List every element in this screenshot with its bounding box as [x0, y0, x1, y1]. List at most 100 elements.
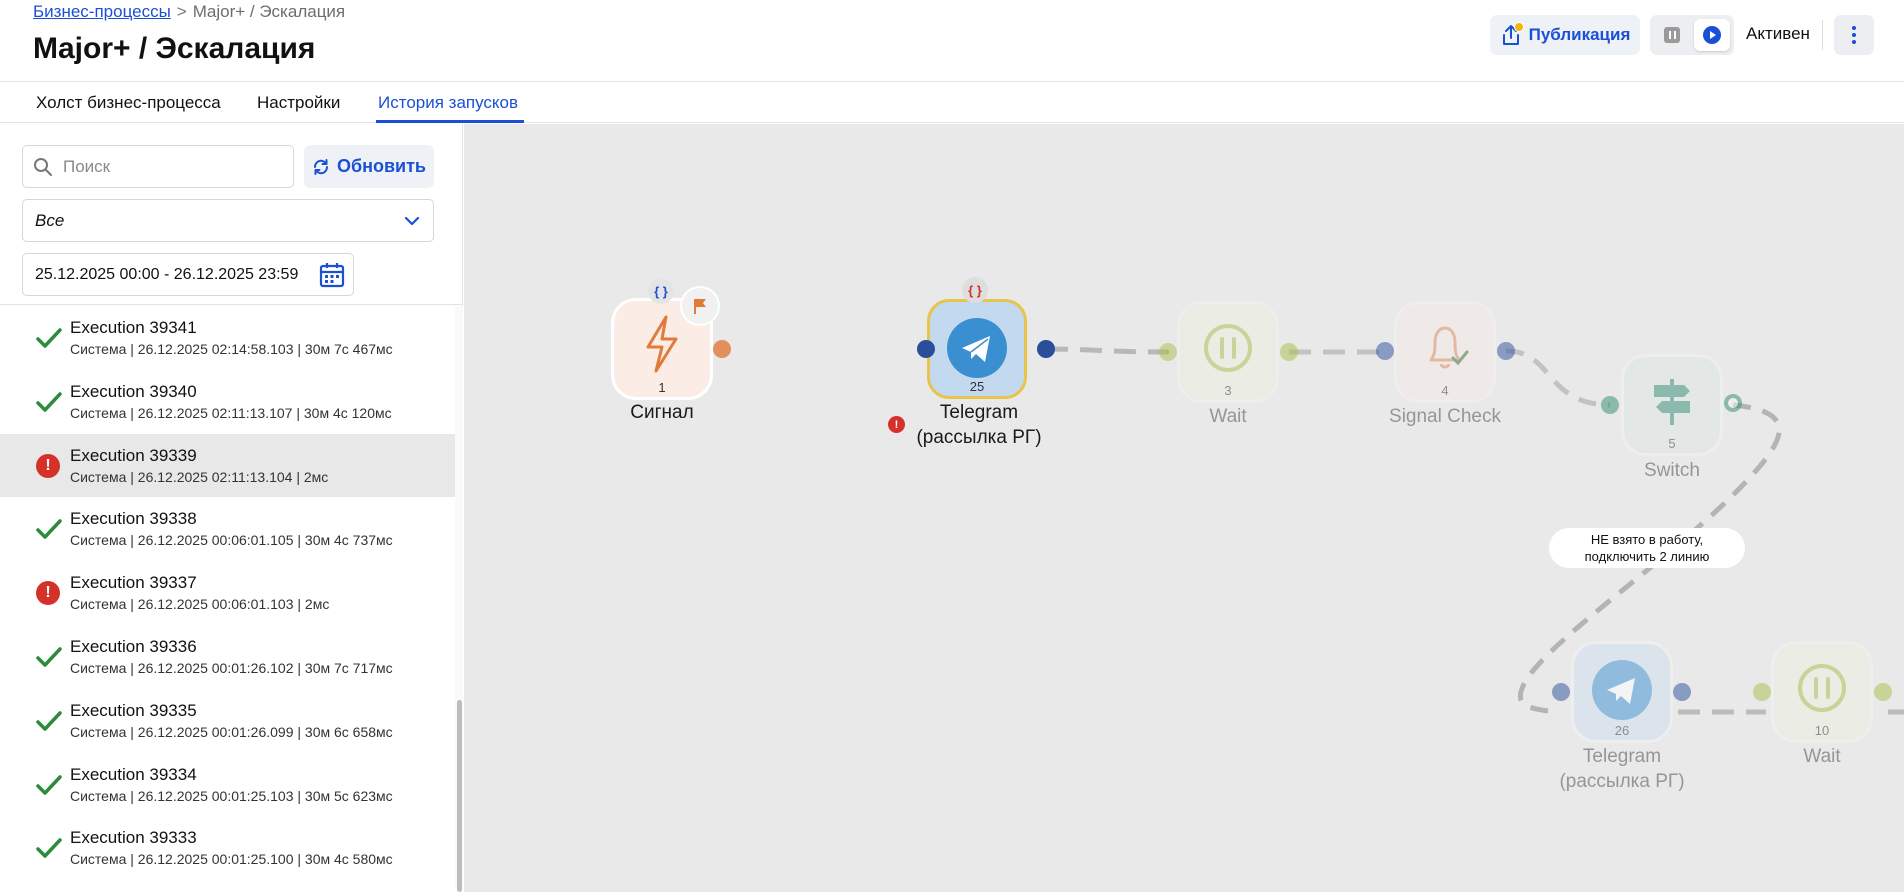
execution-meta: Система | 26.12.2025 02:11:13.107 | 30м …: [70, 404, 392, 421]
port-in-telegram-25[interactable]: [917, 340, 935, 358]
port-out-wait-3[interactable]: [1280, 343, 1298, 361]
node-label-switch: Switch: [1644, 460, 1700, 481]
variables-icon[interactable]: { }: [648, 278, 674, 304]
port-out-telegram-25[interactable]: [1037, 340, 1055, 358]
node-label-telegram-26: Telegram (рассылка РГ): [1559, 746, 1685, 792]
execution-list-item[interactable]: Execution 39338 Система | 26.12.2025 00:0…: [0, 497, 455, 560]
publish-button[interactable]: Публикация: [1490, 15, 1640, 55]
node-label-wait-10: Wait: [1803, 746, 1841, 767]
node-number: 5: [1668, 436, 1676, 451]
execution-meta: Система | 26.12.2025 00:01:26.099 | 30м …: [70, 723, 393, 740]
pause-button[interactable]: [1656, 20, 1688, 50]
publish-label: Публикация: [1528, 25, 1631, 44]
port-out-wait-10[interactable]: [1874, 683, 1892, 701]
execution-name: Execution 39339: [70, 445, 197, 465]
node-number: 3: [1224, 383, 1232, 398]
port-in-wait-3[interactable]: [1159, 343, 1177, 361]
refresh-label: Обновить: [337, 156, 426, 176]
port-out-telegram-26[interactable]: [1673, 683, 1691, 701]
tab-process-canvas[interactable]: Холст бизнес-процесса: [36, 93, 221, 113]
execution-list-item[interactable]: Execution 39333 Система | 26.12.2025 00:0…: [0, 816, 455, 879]
execution-name: Execution 39341: [70, 318, 197, 337]
port-in-wait-10[interactable]: [1753, 683, 1771, 701]
execution-name: Execution 39340: [70, 381, 197, 401]
node-switch[interactable]: 5: [1624, 357, 1720, 453]
breadcrumb-link-business-processes[interactable]: Бизнес-процессы: [33, 2, 171, 21]
telegram-icon: [947, 318, 1007, 378]
execution-meta: Система | 26.12.2025 00:01:25.103 | 30м …: [70, 787, 393, 804]
scrollbar-thumb[interactable]: [457, 700, 462, 892]
node-signal-check[interactable]: 4: [1397, 304, 1493, 400]
execution-meta: Система | 26.12.2025 00:06:01.105 | 30м …: [70, 532, 393, 549]
execution-list-item[interactable]: Execution 39335 Система | 26.12.2025 00:0…: [0, 689, 455, 752]
node-wait-10[interactable]: 10: [1774, 644, 1870, 740]
flag-icon[interactable]: [682, 288, 718, 324]
breadcrumb: Бизнес-процессы > Major+ / Эскалация: [33, 2, 345, 22]
play-icon: [1703, 26, 1721, 44]
page-title: Major+ / Эскалация: [33, 32, 316, 65]
share-icon: [1500, 22, 1524, 47]
more-icon: [1852, 26, 1856, 30]
more-options-button[interactable]: [1834, 15, 1874, 55]
search-input[interactable]: [63, 148, 288, 185]
execution-list-item[interactable]: Execution 39334 Система | 26.12.2025 00:0…: [0, 753, 455, 816]
error-badge-icon[interactable]: !: [888, 416, 905, 433]
node-telegram-26[interactable]: 26: [1574, 644, 1670, 740]
telegram-icon: [1592, 660, 1652, 720]
port-out-signal[interactable]: [713, 340, 731, 358]
node-number: 26: [1614, 723, 1630, 738]
edge-condition-label[interactable]: НЕ взято в работу, подключить 2 линию: [1549, 528, 1745, 568]
execution-list-item[interactable]: Execution 39336 Система | 26.12.2025 00:0…: [0, 625, 455, 688]
status-filter-select[interactable]: Все: [22, 199, 434, 242]
execution-list-item[interactable]: Execution 39340 Система | 26.12.2025 02:1…: [0, 370, 455, 433]
execution-name: Execution 39336: [70, 637, 197, 656]
date-range-picker[interactable]: 25.12.2025 00:00 - 26.12.2025 23:59: [22, 253, 354, 296]
search-field[interactable]: [22, 145, 294, 188]
execution-list-item[interactable]: ! Execution 39339 Система | 26.12.2025 02:…: [0, 433, 455, 497]
variables-icon-error[interactable]: { }: [962, 277, 988, 303]
play-button[interactable]: [1694, 19, 1730, 51]
execution-name: Execution 39333: [70, 828, 197, 848]
checkmark-icon: [36, 709, 62, 733]
port-out-signal-check[interactable]: [1497, 342, 1515, 360]
port-in-telegram-26[interactable]: [1552, 683, 1570, 701]
edge-signalcheck-switch: [1505, 348, 1611, 408]
breadcrumb-separator: >: [176, 2, 187, 21]
signpost-icon: [1654, 379, 1690, 425]
pause-circle-icon: [1204, 324, 1252, 372]
execution-name: Execution 39334: [70, 764, 197, 784]
node-wait-3[interactable]: 3: [1180, 304, 1276, 400]
run-state-toggle: [1650, 15, 1734, 55]
checkmark-icon: [36, 645, 62, 669]
execution-list: Execution 39341 Система | 26.12.2025 02:1…: [0, 306, 455, 892]
node-label-wait-3: Wait: [1209, 406, 1247, 427]
refresh-button[interactable]: Обновить: [304, 145, 434, 188]
tab-settings[interactable]: Настройки: [257, 93, 340, 113]
node-number: 10: [1814, 723, 1830, 738]
error-icon: !: [36, 581, 60, 606]
run-history-panel: Обновить Все 25.12.2025 00:00 - 26.12.20…: [0, 124, 463, 892]
port-in-signal-check[interactable]: [1376, 342, 1394, 360]
calendar-icon[interactable]: [319, 262, 345, 288]
node-telegram-25[interactable]: 25: [927, 299, 1027, 399]
chevron-down-icon: [404, 216, 420, 226]
tab-bar: Холст бизнес-процесса Настройки История …: [0, 83, 1904, 123]
execution-list-item[interactable]: ! Execution 39337 Система | 26.12.2025 00:…: [0, 561, 455, 624]
checkmark-icon: [36, 773, 62, 797]
pause-icon: [1664, 27, 1680, 43]
execution-name: Execution 39337: [70, 573, 197, 593]
search-icon: [34, 158, 52, 176]
execution-name: Execution 39335: [70, 700, 197, 720]
port-in-switch[interactable]: [1601, 396, 1619, 414]
checkmark-icon: [36, 326, 62, 350]
port-out-switch[interactable]: [1724, 394, 1742, 412]
execution-meta: Система | 26.12.2025 00:01:26.102 | 30м …: [70, 660, 393, 676]
error-icon: !: [36, 453, 60, 478]
tab-run-history[interactable]: История запусков: [378, 93, 518, 113]
notification-dot: [1513, 22, 1524, 32]
checkmark-icon: [36, 517, 62, 541]
node-label-telegram-25: Telegram (рассылка РГ): [916, 402, 1042, 448]
execution-list-item[interactable]: Execution 39341 Система | 26.12.2025 02:1…: [0, 306, 455, 369]
edge-telegram-wait: [1045, 346, 1170, 355]
process-canvas[interactable]: 1 { } Сигнал 25 { } Telegram (рассылка РГ…: [464, 124, 1904, 892]
